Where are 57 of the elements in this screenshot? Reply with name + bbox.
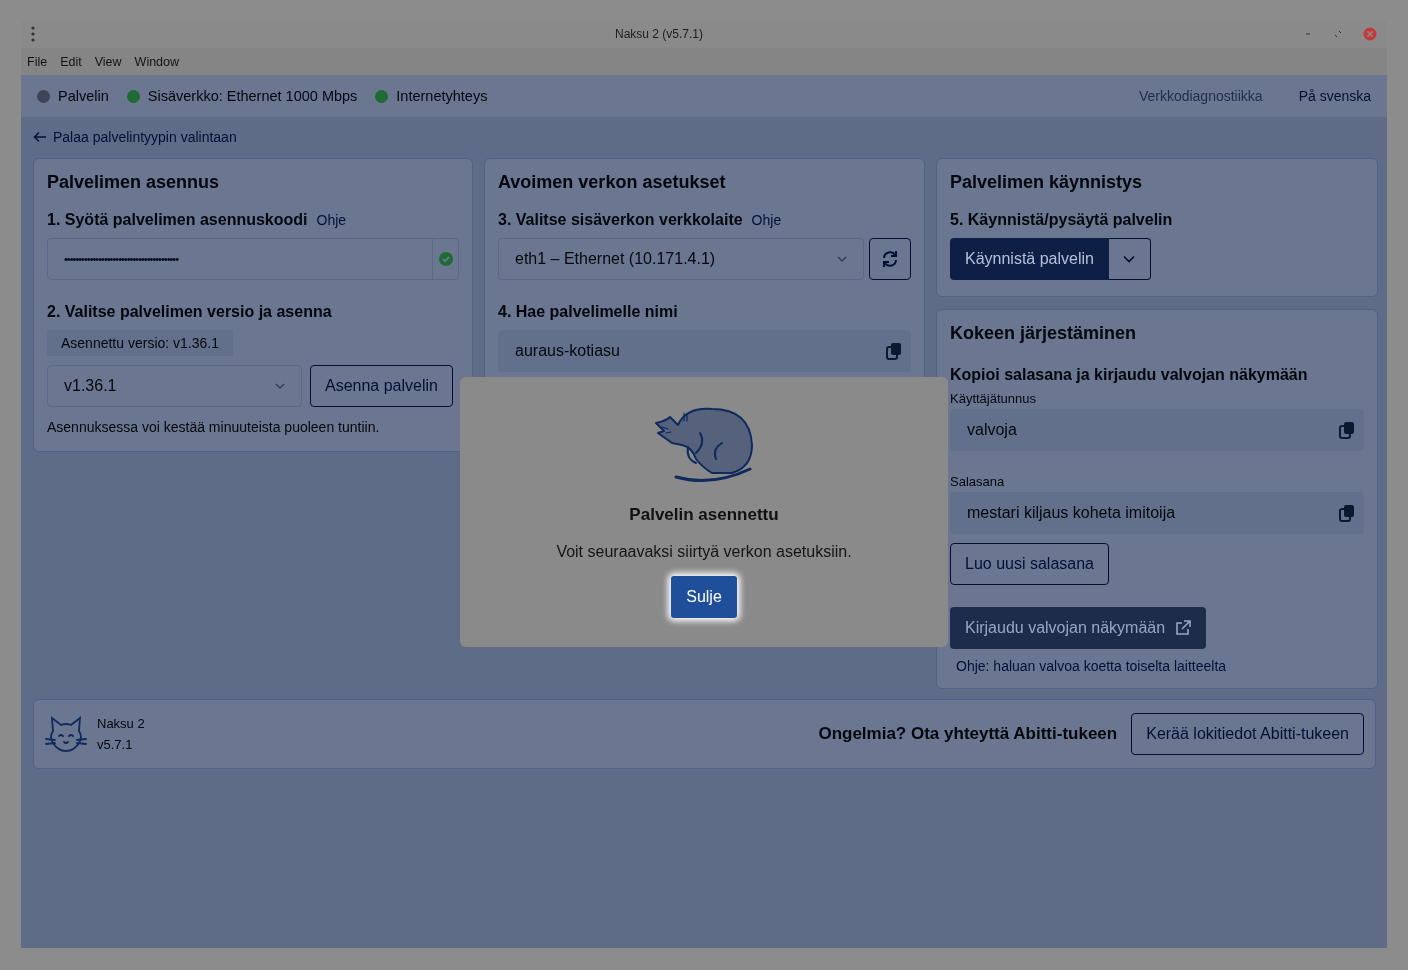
step-label: 5. Käynnistä/pysäytä palvelin xyxy=(950,211,1173,229)
status-label: Palvelin xyxy=(58,88,109,104)
copy-icon[interactable] xyxy=(1339,504,1355,522)
menu-icon[interactable] xyxy=(31,26,35,42)
app-name: Naksu 2 xyxy=(97,715,145,733)
refresh-icon xyxy=(881,250,899,268)
external-link-icon xyxy=(1175,620,1192,636)
window-title: Naksu 2 (v5.7.1) xyxy=(613,27,704,41)
card-title: Avoimen verkon asetukset xyxy=(498,172,727,193)
password-field: mestari kiljaus koheta imitoija xyxy=(950,492,1364,534)
dialog-title: Palvelin asennettu xyxy=(629,505,779,525)
restore-icon[interactable] xyxy=(1333,29,1343,39)
install-note: Asennuksessa voi kestää minuuteista puoleen tuntiin. xyxy=(47,419,381,435)
username-field: valvoja xyxy=(950,409,1364,451)
chevron-down-icon xyxy=(275,383,285,389)
step-label: 3. Valitse sisäverkon verkkolaite xyxy=(498,211,743,229)
installed-version-badge: Asennettu versio: v1.36.1 xyxy=(47,330,233,356)
field-label: Käyttäjätunnus xyxy=(950,391,1037,406)
cat-logo-icon xyxy=(45,715,87,753)
chevron-down-icon xyxy=(837,256,847,262)
help-link[interactable]: Ohje: haluan valvoa koetta toiselta laitteelta xyxy=(956,658,1364,674)
server-name-field: auraus-kotiasu xyxy=(498,330,911,372)
status-label: Internetyhteys xyxy=(396,88,488,104)
app-version: v5.7.1 xyxy=(97,736,134,754)
copy-icon[interactable] xyxy=(1339,421,1355,439)
menu-item[interactable]: Edit xyxy=(60,52,82,71)
help-link[interactable]: Ohje xyxy=(751,212,782,228)
support-text: Ongelmia? Ota yhteyttä Abitti-tukeen xyxy=(818,724,1118,744)
copy-icon[interactable] xyxy=(886,342,902,360)
menu-item[interactable]: View xyxy=(94,52,122,71)
arrow-left-icon xyxy=(33,131,47,143)
close-button[interactable]: Sulje xyxy=(671,576,737,618)
section-subtitle: Kopioi salasana ja kirjaudu valvojan näkymään xyxy=(950,366,1309,384)
menu-item[interactable]: File xyxy=(27,52,48,71)
back-link[interactable]: Palaa palvelintyypin valintaan xyxy=(33,129,237,145)
install-button[interactable]: Asenna palvelin xyxy=(310,365,453,407)
status-label: Sisäverkko: Ethernet 1000 Mbps xyxy=(147,88,358,104)
chevron-down-icon xyxy=(1123,255,1136,263)
dropdown-button[interactable] xyxy=(1108,238,1151,280)
new-password-button[interactable]: Luo uusi salasana xyxy=(950,543,1109,585)
header-link[interactable]: På svenska xyxy=(1298,88,1371,104)
card-title: Palvelimen asennus xyxy=(47,172,221,193)
step-label: 2. Valitse palvelimen versio ja asenna xyxy=(47,303,332,321)
start-button[interactable]: Käynnistä palvelin xyxy=(950,238,1109,280)
step-label: 1. Syötä palvelimen asennuskoodi xyxy=(47,211,308,229)
step-label: 4. Hae palvelimelle nimi xyxy=(498,303,678,321)
card-title: Palvelimen käynnistys xyxy=(950,172,1144,193)
card-title: Kokeen järjestäminen xyxy=(950,323,1138,344)
device-select[interactable]: eth1 – Ethernet (10.171.4.1) xyxy=(498,238,864,280)
refresh-button[interactable] xyxy=(869,238,911,280)
version-select[interactable]: v1.36.1 xyxy=(47,365,302,407)
collect-logs-button[interactable]: Kerää lokitiedot Abitti-tukeen xyxy=(1131,713,1364,755)
help-link[interactable]: Ohje xyxy=(316,212,347,228)
menu-item[interactable]: Window xyxy=(134,52,180,71)
dialog-message: Voit seuraavaksi siirtyä verkon asetuksiin. xyxy=(556,543,852,561)
code-field[interactable]: •••••••••••••••••••••••••••••••••••••••• xyxy=(47,238,459,280)
field-label: Salasana xyxy=(950,474,1006,489)
